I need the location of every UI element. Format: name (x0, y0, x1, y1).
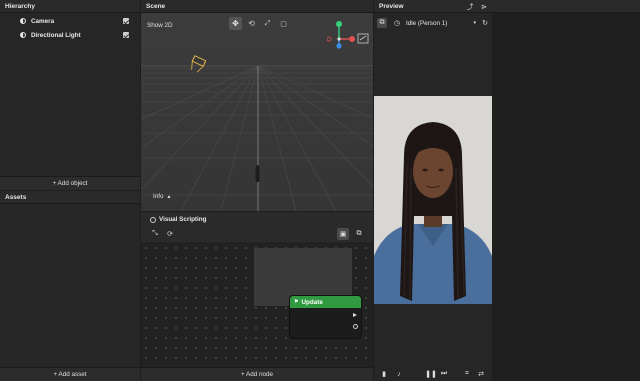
visibility-checkbox[interactable] (123, 18, 129, 24)
visibility-checkbox[interactable] (123, 32, 129, 38)
scene-panel: Scene Show 2D ✥ ⟲ ⤢ ▢ Info ▲ (141, 0, 373, 211)
crop-icon[interactable]: ⌗ (462, 369, 472, 379)
info-toggle[interactable]: Info ▲ (153, 193, 171, 200)
copy-icon[interactable]: ⧉ (377, 18, 387, 28)
hierarchy-item-label: Directional Light (31, 31, 81, 39)
magic-wand-icon[interactable]: ⤡ (150, 229, 160, 239)
scene-title: Scene (141, 0, 373, 13)
exec-output-port-icon[interactable] (353, 313, 357, 317)
chevron-down-icon: ▾ (473, 20, 476, 26)
hierarchy-panel: Hierarchy Camera Directional Light + Add… (0, 0, 140, 190)
scene-toolbar: ✥ ⟲ ⤢ ▢ (229, 17, 290, 30)
axis-gizmo-icon[interactable] (327, 19, 371, 53)
info-label: Info (153, 193, 164, 200)
fullscreen-icon[interactable]: ⧉ (354, 229, 364, 239)
visual-scripting-title: Visual Scripting (159, 216, 207, 223)
character-preview-image (374, 96, 492, 304)
external-link-icon[interactable]: ⤴ (465, 2, 475, 12)
animation-select-value: Idle (Person 1) (406, 19, 448, 27)
animation-select[interactable]: Idle (Person 1) ▾ (406, 18, 476, 28)
tiktok-icon[interactable]: ♪ (394, 369, 404, 379)
node-title: Update (301, 298, 323, 306)
clock-icon (150, 216, 156, 223)
preview-side-area (492, 13, 640, 381)
show-2d-toggle[interactable]: Show 2D (147, 22, 173, 29)
skip-forward-icon[interactable]: ⏭ (439, 369, 449, 379)
preview-toolbar: ⧉ ◷ Idle (Person 1) ▾ ↻ (374, 16, 492, 30)
hierarchy-item-camera[interactable]: Camera (0, 15, 140, 27)
add-node-button[interactable]: + Add node (141, 367, 373, 381)
rect-tool-icon[interactable]: ▢ (277, 17, 290, 30)
visual-scripting-panel: Visual Scripting ⤡ ⟳ ▣ ⧉ ⚑ Update + Add … (141, 212, 373, 381)
add-object-button[interactable]: + Add object (0, 176, 140, 190)
preview-panel: Preview ⤴ ⊳ ⧉ ◷ Idle (Person 1) ▾ ↻ ▮ ♪ … (374, 0, 640, 381)
chevron-up-icon: ▲ (166, 193, 172, 200)
layout-view-icon[interactable]: ▣ (337, 228, 349, 240)
hierarchy-item-label: Camera (31, 17, 55, 25)
reload-icon[interactable]: ↻ (480, 18, 490, 28)
hierarchy-title: Hierarchy (0, 0, 140, 13)
output-port-icon[interactable] (353, 324, 358, 329)
update-node[interactable]: ⚑ Update (290, 296, 361, 338)
node-header: ⚑ Update (290, 296, 361, 308)
hierarchy-item-directional-light[interactable]: Directional Light (0, 29, 140, 41)
flag-icon: ⚑ (294, 299, 299, 305)
half-circle-icon (20, 32, 26, 38)
scene-viewport[interactable]: Show 2D ✥ ⟲ ⤢ ▢ Info ▲ (141, 13, 373, 211)
assets-title: Assets (0, 191, 140, 204)
swap-icon[interactable]: ⇄ (476, 369, 486, 379)
playback-bar: ▮ ♪ ❚❚ ⏭ ⌗ ⇄ (374, 367, 492, 381)
half-circle-icon (20, 18, 26, 24)
clock-icon: ◷ (393, 20, 401, 27)
move-tool-icon[interactable]: ✥ (229, 17, 242, 30)
pause-icon[interactable]: ❚❚ (425, 369, 437, 379)
refresh-graph-icon[interactable]: ⟳ (165, 229, 175, 239)
stop-icon[interactable]: ▮ (379, 369, 389, 379)
assets-panel: Assets + Add asset (0, 191, 140, 381)
rotate-tool-icon[interactable]: ⟲ (245, 17, 258, 30)
visual-scripting-header: Visual Scripting ⤡ ⟳ ▣ ⧉ (141, 212, 373, 242)
node-graph-canvas[interactable]: ⚑ Update (141, 243, 373, 367)
character-figure-icon (255, 165, 260, 182)
preview-title: Preview (374, 0, 640, 13)
scale-tool-icon[interactable]: ⤢ (261, 17, 274, 30)
play-forward-icon[interactable]: ⊳ (479, 2, 489, 12)
add-asset-button[interactable]: + Add asset (0, 367, 140, 381)
